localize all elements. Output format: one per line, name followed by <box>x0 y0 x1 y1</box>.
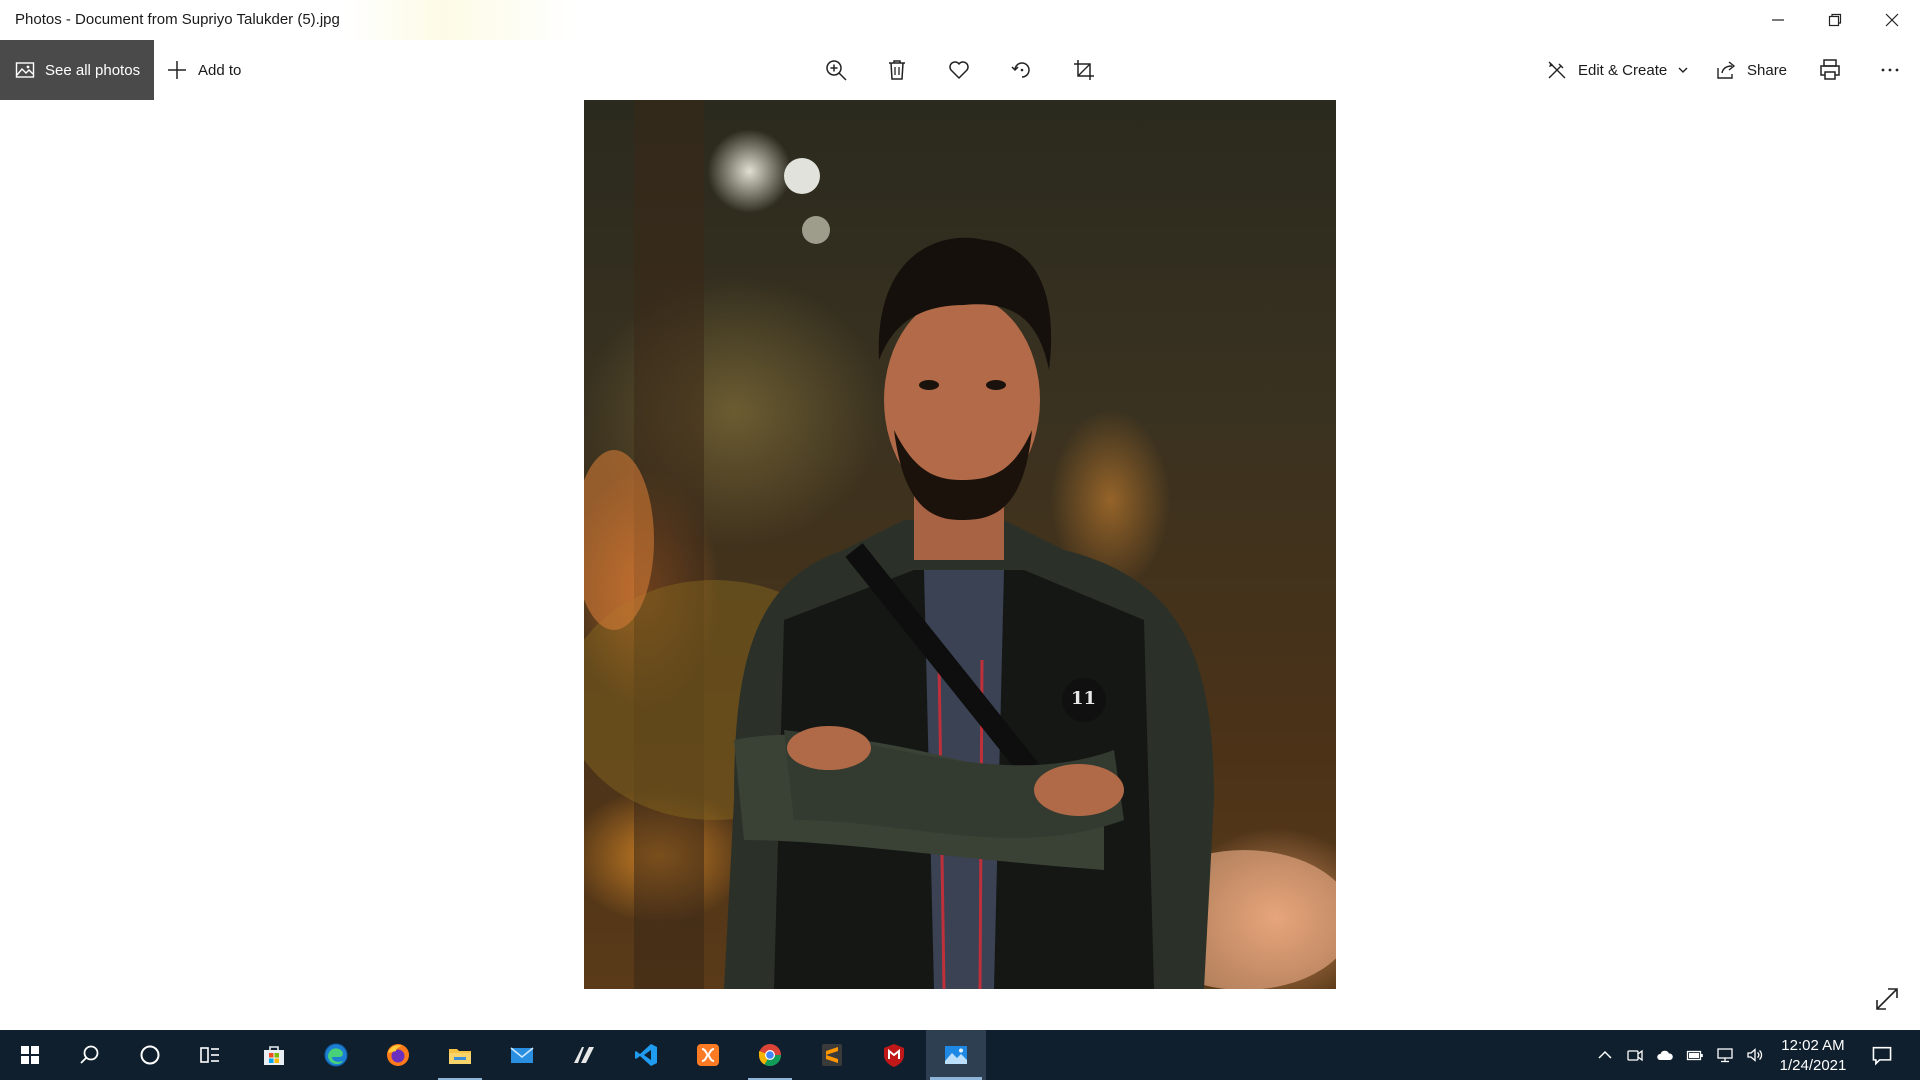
clock-date: 1/24/2021 <box>1779 1057 1847 1074</box>
trash-icon <box>889 60 905 80</box>
notification-icon <box>1872 1046 1892 1066</box>
network-icon <box>1717 1048 1733 1063</box>
chevron-down-icon <box>1678 67 1688 73</box>
mcafee-icon <box>884 1044 904 1067</box>
folder-icon <box>449 1049 471 1064</box>
tray-battery[interactable] <box>1681 1030 1709 1080</box>
taskbar-app-vscode[interactable] <box>616 1030 676 1080</box>
more-options-button[interactable] <box>1865 40 1915 100</box>
print-button[interactable] <box>1805 40 1855 100</box>
share-icon <box>1717 61 1736 79</box>
show-hidden-icons-button[interactable] <box>1592 1030 1618 1080</box>
task-view-button[interactable] <box>180 1030 240 1080</box>
add-to-label: Add to <box>198 61 242 79</box>
taskbar-app-autodesk[interactable] <box>554 1030 614 1080</box>
plus-icon <box>168 61 186 79</box>
close-button[interactable] <box>1863 0 1920 40</box>
crop-button[interactable] <box>1059 40 1109 100</box>
task-view-icon <box>200 1047 219 1063</box>
expand-icon <box>1876 988 1898 1010</box>
taskbar-app-xampp[interactable] <box>678 1030 738 1080</box>
delete-button[interactable] <box>872 40 922 100</box>
restore-icon <box>1828 13 1841 27</box>
printer-icon <box>1820 59 1840 80</box>
mail-icon <box>510 1047 534 1063</box>
window-title: Photos - Document from Supriyo Talukder … <box>15 11 340 28</box>
microsoft-store-icon <box>264 1046 284 1065</box>
cortana-button[interactable] <box>120 1030 180 1080</box>
title-bar: Photos - Document from Supriyo Talukder … <box>0 0 1920 40</box>
see-all-photos-label: See all photos <box>45 61 141 79</box>
taskbar-app-edge[interactable] <box>306 1030 366 1080</box>
edge-icon <box>324 1043 348 1067</box>
taskbar-app-mcafee[interactable] <box>864 1030 924 1080</box>
start-button[interactable] <box>0 1030 60 1080</box>
taskbar-app-chrome[interactable] <box>740 1030 800 1080</box>
rotate-icon <box>1011 62 1030 78</box>
minimize-button[interactable] <box>1749 0 1806 40</box>
photo-viewer-image[interactable]: 11 <box>584 100 1336 989</box>
close-icon <box>1885 13 1898 27</box>
taskbar-search-button[interactable] <box>60 1030 120 1080</box>
taskbar-app-file-explorer[interactable] <box>430 1030 490 1080</box>
share-label: Share <box>1747 61 1788 79</box>
tray-meet-now[interactable] <box>1622 1030 1648 1080</box>
photos-gallery-icon <box>15 62 35 78</box>
photos-app-icon <box>945 1046 967 1064</box>
taskbar: 12:02 AM 1/24/2021 <box>0 1030 1920 1080</box>
clock-time: 12:02 AM <box>1781 1037 1845 1054</box>
taskbar-clock[interactable]: 12:02 AM 1/24/2021 <box>1770 1036 1856 1076</box>
toolbar: See all photos Add to Edit & Create Shar… <box>0 40 1920 100</box>
firefox-icon <box>387 1044 409 1066</box>
zoom-in-icon <box>826 60 847 81</box>
tray-onedrive[interactable] <box>1651 1030 1679 1080</box>
edit-create-icon <box>1548 61 1566 79</box>
taskbar-app-sublime-text[interactable] <box>802 1030 862 1080</box>
autodesk-icon <box>574 1047 594 1063</box>
chevron-up-icon <box>1598 1050 1612 1059</box>
battery-icon <box>1686 1050 1703 1061</box>
taskbar-app-mail[interactable] <box>492 1030 552 1080</box>
action-center-button[interactable] <box>1862 1030 1902 1080</box>
see-all-photos-button[interactable]: See all photos <box>0 40 154 100</box>
rotate-button[interactable] <box>997 40 1047 100</box>
tray-network[interactable] <box>1711 1030 1739 1080</box>
share-button[interactable]: Share <box>1715 40 1787 100</box>
vscode-icon <box>635 1044 657 1066</box>
edit-create-button[interactable]: Edit & Create <box>1546 40 1689 100</box>
crop-icon <box>1074 60 1094 80</box>
fullscreen-button[interactable] <box>1874 986 1900 1012</box>
search-icon <box>80 1045 99 1064</box>
speaker-icon <box>1747 1048 1763 1062</box>
heart-icon <box>949 61 969 79</box>
sublime-text-icon <box>822 1044 842 1066</box>
restore-button[interactable] <box>1806 0 1863 40</box>
zoom-button[interactable] <box>811 40 861 100</box>
favorite-button[interactable] <box>934 40 984 100</box>
chrome-icon <box>759 1044 781 1066</box>
taskbar-app-photos[interactable] <box>926 1030 986 1080</box>
xampp-icon <box>697 1044 719 1066</box>
jersey-number: 11 <box>1071 688 1097 709</box>
minimize-icon <box>1771 19 1784 21</box>
edit-create-label: Edit & Create <box>1578 61 1668 79</box>
cloud-icon <box>1657 1050 1673 1060</box>
camera-icon <box>1627 1049 1643 1062</box>
add-to-button[interactable]: Add to <box>166 40 241 100</box>
taskbar-app-firefox[interactable] <box>368 1030 428 1080</box>
taskbar-app-microsoft-store[interactable] <box>244 1030 304 1080</box>
ellipsis-icon <box>1881 68 1899 72</box>
windows-logo-icon <box>21 1046 39 1064</box>
cortana-icon <box>140 1045 160 1065</box>
portrait-illustration <box>584 100 1336 989</box>
tray-volume[interactable] <box>1741 1030 1769 1080</box>
